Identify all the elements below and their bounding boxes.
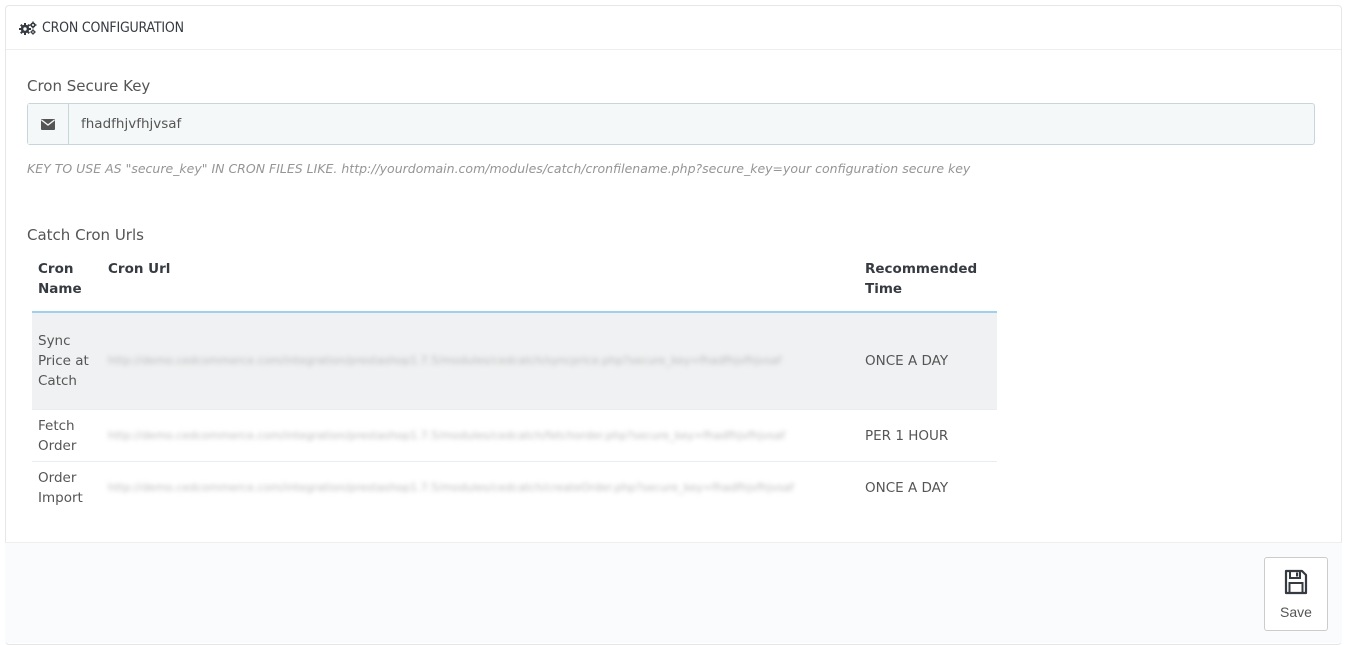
cron-url-cell: http://demo.cedcommerce.com/integration/… — [102, 461, 859, 513]
cron-urls-table: Cron Name Cron Url Recommended Time Sync… — [32, 253, 997, 513]
panel-title: CRON CONFIGURATION — [42, 19, 184, 36]
table-row: Order Import http://demo.cedcommerce.com… — [32, 461, 997, 513]
cron-url-text: http://demo.cedcommerce.com/integration/… — [108, 354, 782, 367]
panel-footer: Save — [5, 542, 1342, 643]
header-cron-name: Cron Name — [38, 261, 82, 297]
cron-url-text: http://demo.cedcommerce.com/integration/… — [108, 480, 794, 494]
floppy-disk-icon — [1284, 569, 1308, 598]
cron-name-cell: Order Import — [32, 461, 102, 513]
cron-name-cell: Fetch Order — [32, 409, 102, 462]
recommended-time-cell: PER 1 HOUR — [859, 409, 997, 462]
recommended-time-cell: ONCE A DAY — [859, 311, 997, 410]
header-recommended-time: Recommended Time — [865, 261, 978, 297]
recommended-time-cell: ONCE A DAY — [859, 461, 997, 513]
gears-icon — [18, 20, 38, 36]
save-label: Save — [1280, 603, 1312, 620]
secure-key-input-group — [27, 103, 1315, 145]
table-row: Fetch Order http://demo.cedcommerce.com/… — [32, 409, 997, 462]
save-button[interactable]: Save — [1264, 557, 1328, 631]
secure-key-help-text: KEY TO USE AS "secure_key" IN CRON FILES… — [27, 161, 971, 176]
envelope-icon — [28, 104, 69, 144]
table-header-row: Cron Name Cron Url Recommended Time — [32, 253, 997, 312]
panel-heading: CRON CONFIGURATION — [6, 6, 1341, 50]
header-cron-url: Cron Url — [108, 261, 171, 277]
cron-url-text: http://demo.cedcommerce.com/integration/… — [108, 428, 785, 442]
secure-key-input[interactable] — [69, 104, 1314, 144]
table-row: Sync Price at Catch http://demo.cedcomme… — [32, 311, 997, 410]
cron-name-cell: Sync Price at Catch — [32, 311, 102, 410]
cron-url-cell: http://demo.cedcommerce.com/integration/… — [102, 409, 859, 462]
cron-urls-label: Catch Cron Urls — [27, 226, 144, 244]
cron-url-cell: http://demo.cedcommerce.com/integration/… — [102, 311, 859, 410]
secure-key-label: Cron Secure Key — [27, 77, 151, 95]
